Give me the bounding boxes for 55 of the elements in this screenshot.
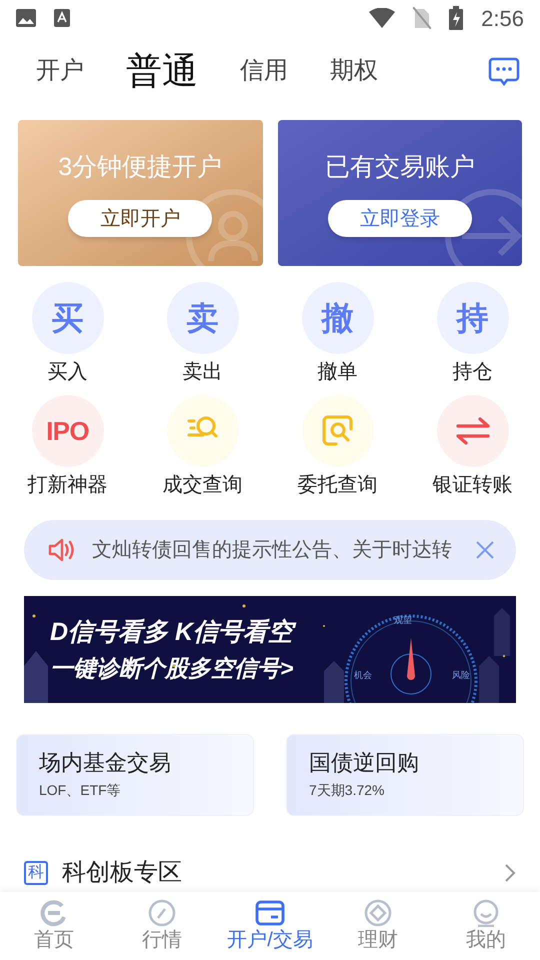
function-label: 撤单 <box>318 360 358 385</box>
tab[interactable]: 期权 <box>324 53 384 89</box>
function-glyph: 撤 <box>322 299 354 338</box>
clock-time: 2:56 <box>481 4 524 32</box>
image-icon <box>16 9 36 27</box>
card-icon <box>255 899 285 927</box>
function-label: 打新神器 <box>28 473 108 498</box>
smile-face-icon <box>472 899 500 927</box>
gauge-label: 机会 <box>354 669 372 682</box>
function-label: 持仓 <box>452 360 492 385</box>
gauge-label: 观望 <box>394 614 412 627</box>
chevron-right-icon[interactable] <box>504 863 516 883</box>
nav-tab[interactable]: 首页 <box>0 892 108 960</box>
section-badge: 科 <box>24 861 48 885</box>
quick-card-title: 场内基金交易 <box>39 748 171 776</box>
function-label: 银证转账 <box>432 473 512 498</box>
open-account-button[interactable]: 立即开户 <box>68 200 212 238</box>
battery-charging-icon <box>449 6 464 30</box>
quick-card-title: 国债逆回购 <box>309 748 419 776</box>
compass-icon <box>148 899 176 927</box>
function-label: 买入 <box>48 360 88 385</box>
wifi-icon <box>369 8 396 28</box>
gauge-label: 风险 <box>452 669 470 682</box>
tab[interactable]: 普通 <box>120 44 204 98</box>
quick-card-subtitle: LOF、ETF等 <box>39 781 121 800</box>
no-sim-icon <box>413 7 432 29</box>
quick-card[interactable]: 场内基金交易 LOF、ETF等 <box>16 734 254 816</box>
function-glyph: 卖 <box>186 299 218 338</box>
notice-text[interactable]: 文灿转债回售的提示性公告、关于时达转 <box>92 535 460 565</box>
promo-banner[interactable]: D信号看多 K信号看空 一键诊断个股多空信号> 观望 机会 风险 <box>24 596 516 703</box>
font-icon <box>54 9 70 27</box>
message-icon[interactable] <box>488 56 520 86</box>
quick-card-subtitle: 7天期3.72% <box>309 781 384 800</box>
nav-tab[interactable]: 开户/交易 <box>216 892 324 960</box>
login-button[interactable]: 立即登录 <box>328 200 472 238</box>
close-icon[interactable] <box>476 541 494 559</box>
function-glyph: IPO <box>46 414 89 448</box>
diamond-coin-icon <box>364 899 392 927</box>
swirl-logo-icon <box>40 899 68 927</box>
nav-tab[interactable]: 行情 <box>108 892 216 960</box>
banner-subline: 一键诊断个股多空信号> <box>50 654 294 682</box>
promo-title: 3分钟便捷开户 <box>58 152 222 183</box>
function-label: 卖出 <box>182 360 222 385</box>
function-glyph: 买 <box>52 299 84 338</box>
function-label: 成交查询 <box>162 473 242 498</box>
tab[interactable]: 信用 <box>234 53 294 89</box>
speaker-icon <box>48 537 76 563</box>
quick-card[interactable]: 国债逆回购 7天期3.72% <box>286 734 524 816</box>
function-glyph: 持 <box>456 299 488 338</box>
promo-title: 已有交易账户 <box>324 152 475 183</box>
function-label: 委托查询 <box>298 473 378 498</box>
section-title[interactable]: 科创板专区 <box>62 855 490 891</box>
nav-tab[interactable]: 我的 <box>432 892 540 960</box>
tab[interactable]: 开户 <box>30 53 90 89</box>
nav-tab[interactable]: 理财 <box>324 892 432 960</box>
